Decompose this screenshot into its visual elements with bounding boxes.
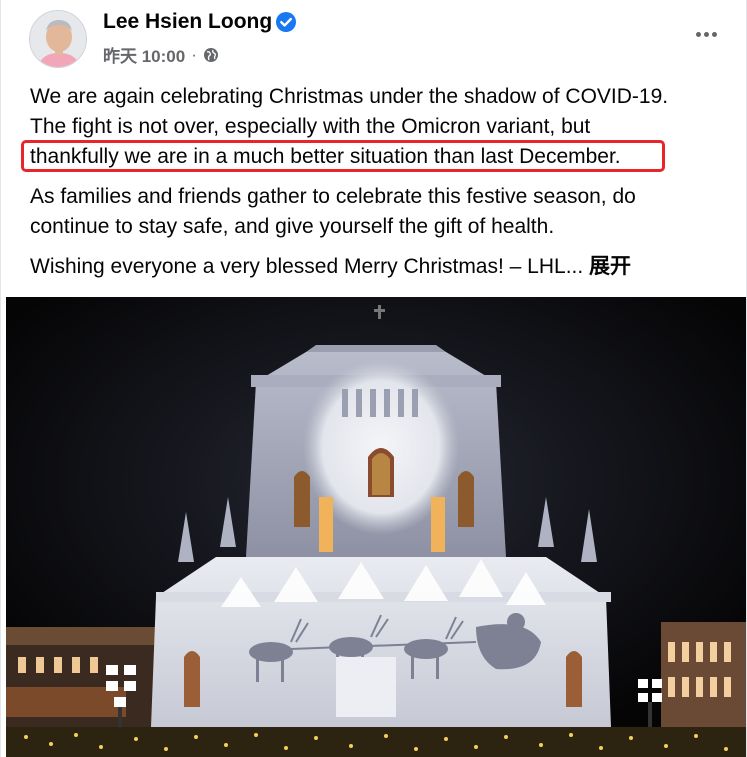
author-avatar[interactable] [29, 10, 87, 68]
more-options-button[interactable] [689, 22, 723, 46]
globe-icon[interactable] [203, 47, 219, 63]
post-meta: 昨天 10:00 · [103, 42, 219, 67]
more-dot [695, 31, 701, 37]
text-line: As families and friends gather to celebr… [30, 185, 636, 208]
text-line-highlighted: thankfully we are in a much better situa… [30, 145, 621, 168]
text-line: The fight is not over, especially with t… [30, 115, 591, 138]
more-dot [703, 31, 709, 37]
christmas-chapel-photo [6, 297, 746, 757]
post-card: Lee Hsien Loong 昨天 10:00 · We are again … [0, 0, 747, 757]
more-dot [711, 31, 717, 37]
author-name[interactable]: Lee Hsien Loong [103, 10, 272, 34]
post-photo[interactable] [6, 297, 746, 757]
verified-badge-icon [276, 12, 296, 32]
paragraph-2: As families and friends gather to celebr… [30, 182, 730, 242]
post-header: Lee Hsien Loong 昨天 10:00 · [1, 0, 747, 76]
text-line-with-see-more: Wishing everyone a very blessed Merry Ch… [30, 252, 730, 282]
post-text: We are again celebrating Christmas under… [30, 82, 730, 292]
post-timestamp[interactable]: 昨天 10:00 [103, 42, 185, 67]
text-line: Wishing everyone a very blessed Merry Ch… [30, 255, 584, 278]
paragraph-1: We are again celebrating Christmas under… [30, 82, 730, 172]
avatar-image [30, 11, 86, 67]
see-more-link[interactable]: 展开 [589, 255, 631, 278]
text-line: continue to stay safe, and give yourself… [30, 215, 555, 238]
paragraph-3: Wishing everyone a very blessed Merry Ch… [30, 252, 730, 282]
meta-separator: · [191, 44, 197, 64]
text-line: We are again celebrating Christmas under… [30, 85, 669, 108]
